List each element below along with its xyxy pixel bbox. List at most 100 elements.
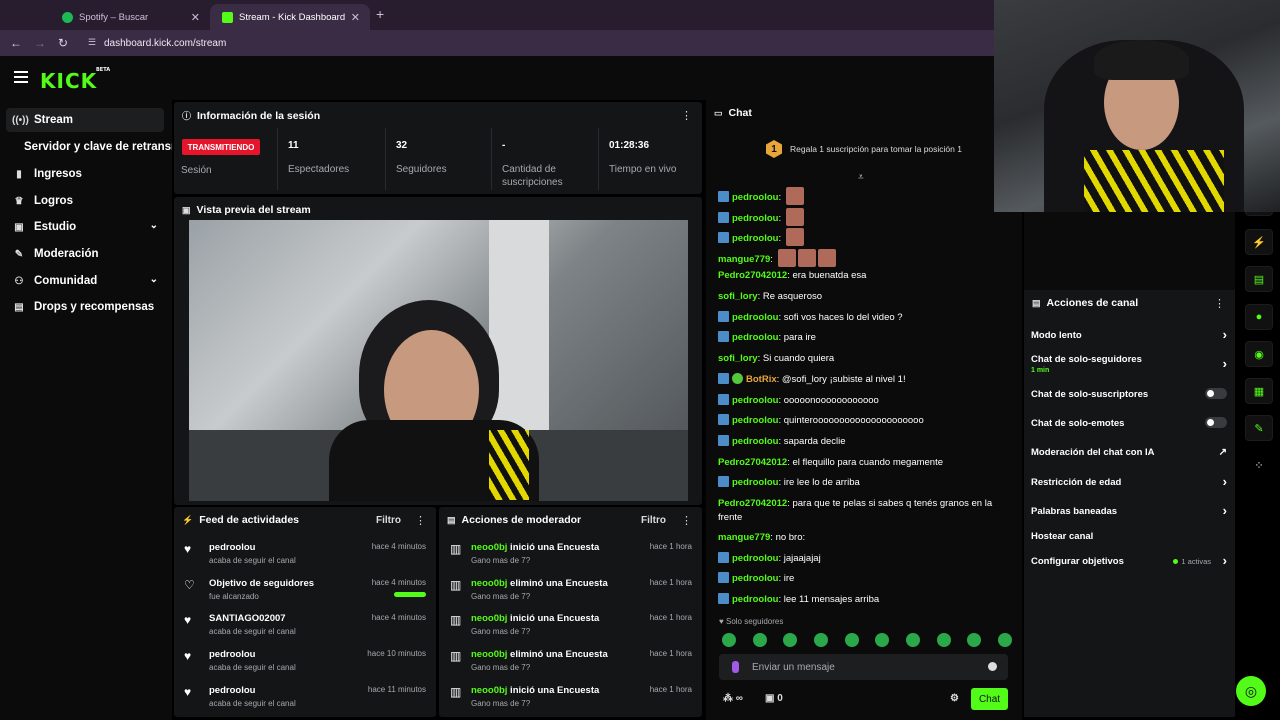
chat-username[interactable]: pedroolou [732,436,778,447]
chat-username[interactable]: Pedro27042012 [718,498,787,509]
subscribers-only-item[interactable]: Chat de solo-suscriptores [1031,388,1227,400]
chat-username[interactable]: Pedro27042012 [718,270,787,281]
host-channel-item[interactable]: Hostear canal [1031,531,1227,542]
more-options-icon[interactable]: ⋮ [415,514,426,527]
emote-icon[interactable] [875,633,890,647]
mod-action-item[interactable]: ▥ neoo0bj eliminó una Encuesta Gano mas … [450,578,692,602]
new-tab-icon[interactable]: + [376,6,384,22]
subscribers-only-toggle[interactable] [1205,388,1227,399]
tab-kick-dashboard[interactable]: Stream - Kick Dashboard ✕ [210,4,370,30]
layout-icon[interactable]: ▦ [1245,378,1273,404]
chat-username[interactable]: pedroolou [732,332,778,343]
back-icon[interactable]: ← [10,36,22,50]
sidebar-item-logros[interactable]: ♛ Logros [6,189,164,213]
feed-item[interactable]: ♡ Objetivo de seguidores fue alcanzado hac… [184,578,426,602]
emote-icon[interactable] [936,633,951,647]
kick-logo[interactable]: KICK BETA [40,67,110,93]
panel-title: ▣ Vista previa del stream [182,204,311,216]
age-restriction-item[interactable]: Restricción de edad › [1031,474,1227,489]
emotes-only-toggle[interactable] [1205,417,1227,428]
feed-item[interactable]: ♥ SANTIAGO02007 acaba de seguir el canal h… [184,613,426,637]
emote-icon[interactable] [752,633,767,647]
more-options-icon[interactable]: ⋮ [1214,297,1225,310]
wrench-icon[interactable]: ✎ [1245,415,1273,441]
sidebar-item-drops[interactable]: ▤ Drops y recompensas [6,295,164,319]
chat-username[interactable]: pedroolou [732,213,778,224]
chat-input[interactable]: Enviar un mensaje [719,654,1008,680]
chat-username[interactable]: pedroolou [732,395,778,406]
send-chat-button[interactable]: Chat [971,688,1008,710]
chat-username[interactable]: pedroolou [732,312,778,323]
emote-icon[interactable] [967,633,982,647]
feed-item[interactable]: ♥ pedroolou acaba de seguir el canal hace … [184,685,426,709]
support-icon[interactable]: ◎ [1236,676,1266,706]
forward-icon[interactable]: → [34,36,46,50]
lightning-icon[interactable]: ⚡ [1245,229,1273,255]
sidebar-item-stream-key[interactable]: Servidor y clave de retransmisión [6,135,172,159]
close-icon[interactable]: ✕ [351,11,360,24]
emote-icon[interactable] [722,633,736,647]
chat-username[interactable]: mangue779 [718,254,770,265]
channel-points[interactable]: ⁂ ∞ [723,693,743,704]
chat-username[interactable]: pedroolou [732,573,778,584]
emote-icon[interactable] [813,633,828,647]
moderator-badge-icon [718,212,729,223]
reload-icon[interactable]: ↻ [58,36,68,50]
more-options-icon[interactable]: ⋮ [681,514,692,527]
chat-username[interactable]: pedroolou [732,415,778,426]
panel-title: ▤ Acciones de moderador [447,514,582,526]
chat-username[interactable]: BotRix [746,374,777,385]
stream-preview-video[interactable] [189,220,688,501]
mod-action-item[interactable]: ▥ neoo0bj inició una Encuesta Gano mas d… [450,542,692,566]
mod-action-item[interactable]: ▥ neoo0bj inició una Encuesta Gano mas d… [450,685,692,709]
sidebar-item-moderacion[interactable]: ✎ Moderación [6,242,164,266]
chat-message: mangue779: [718,249,1014,267]
ai-moderation-item[interactable]: Moderación del chat con IA ↗ [1031,447,1227,458]
apps-icon[interactable]: ⁘ [1245,452,1273,478]
chat-username[interactable]: mangue779 [718,532,770,543]
menu-icon[interactable] [14,71,28,86]
emote-icon[interactable] [783,633,798,647]
mod-action-item[interactable]: ▥ neoo0bj eliminó una Encuesta Gano mas … [450,649,692,673]
pinned-gift-banner[interactable]: 1 Regala 1 suscripción para tomar la pos… [766,140,962,158]
emoji-icon[interactable] [988,662,997,671]
chat-bubble-icon[interactable]: ● [1245,304,1273,330]
gift-counter[interactable]: ▣ 0 [765,693,783,704]
chat-settings-icon[interactable]: ⚙ [950,693,959,704]
chat-username[interactable]: pedroolou [732,553,778,564]
sidebar-item-comunidad[interactable]: ⚇ Comunidad ⌄ [6,269,164,293]
emote-icon[interactable] [997,633,1012,647]
feed-item[interactable]: ♥ pedroolou acaba de seguir el canal hace … [184,542,426,566]
feed-item[interactable]: ♥ pedroolou acaba de seguir el canal hace … [184,649,426,673]
url-field[interactable]: ☰ dashboard.kick.com/stream [84,33,984,53]
microphone-icon[interactable] [732,661,739,673]
close-icon[interactable]: ✕ [191,11,200,24]
chat-username[interactable]: pedroolou [732,594,778,605]
chat-username[interactable]: pedroolou [732,192,778,203]
tab-spotify[interactable]: Spotify – Buscar ✕ [50,4,210,30]
filter-button[interactable]: Filtro [641,515,666,526]
site-info-icon[interactable]: ☰ [88,37,96,48]
sidebar-item-stream[interactable]: ((•)) Stream [6,108,164,132]
chat-username[interactable]: pedroolou [732,233,778,244]
chat-username[interactable]: pedroolou [732,477,778,488]
collapse-icon[interactable]: ⩡ [858,172,869,183]
emote-icon[interactable] [844,633,859,647]
emote-icon[interactable] [905,633,920,647]
more-options-icon[interactable]: ⋮ [681,109,692,122]
banned-words-item[interactable]: Palabras baneadas › [1031,503,1227,518]
followers-only-item[interactable]: Chat de solo-seguidores 1 min › [1031,354,1227,374]
broadcast-icon[interactable]: ◉ [1245,341,1273,367]
chat-username[interactable]: sofi_lory [718,353,758,364]
sidebar-item-ingresos[interactable]: ▮ Ingresos [6,162,164,186]
chat-username[interactable]: sofi_lory [718,291,758,302]
emotes-only-item[interactable]: Chat de solo-emotes [1031,417,1227,429]
chat-username[interactable]: Pedro27042012 [718,457,787,468]
document-icon[interactable]: ▤ [1245,266,1273,292]
filter-button[interactable]: Filtro [376,515,401,526]
sidebar-item-estudio[interactable]: ▣ Estudio ⌄ [6,215,164,239]
mod-action-item[interactable]: ▥ neoo0bj inició una Encuesta Gano mas d… [450,613,692,637]
slow-mode-item[interactable]: Modo lento › [1031,327,1227,342]
configure-goals-item[interactable]: Configurar objetivos 1 activas › [1031,553,1227,568]
heart-outline-icon: ♡ [184,578,195,592]
